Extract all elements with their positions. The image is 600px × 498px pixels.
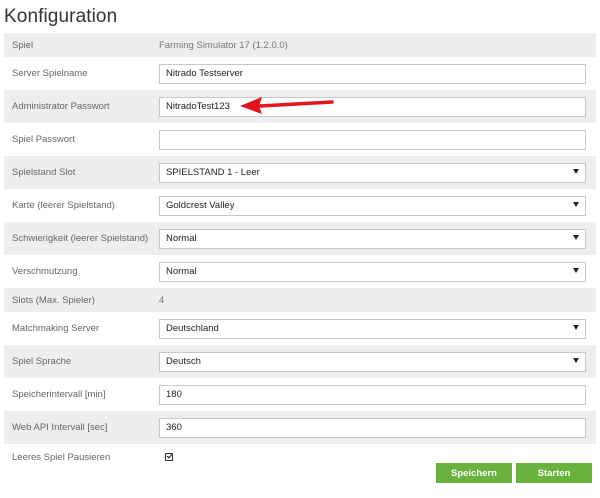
row-game: Spiel Farming Simulator 17 (1.2.0.0) [4,33,596,57]
pause-empty-checkbox[interactable] [165,453,173,461]
slots-value: 4 [159,294,165,306]
savegame-slot-select[interactable]: SPIELSTAND 1 - Leer [159,162,586,183]
label-matchmaking: Matchmaking Server [12,323,100,334]
webapi-interval-input[interactable] [159,417,586,438]
chevron-down-icon [573,267,579,273]
admin-password-input[interactable] [159,96,586,117]
chevron-down-icon [573,201,579,207]
savegame-slot-value: SPIELSTAND 1 - Leer [166,167,260,178]
map-select[interactable]: Goldcrest Valley [159,195,586,216]
matchmaking-select[interactable]: Deutschland [159,318,586,339]
difficulty-value: Normal [166,233,197,244]
label-pause-empty: Leeres Spiel Pausieren [12,451,111,463]
dirt-select[interactable]: Normal [159,261,586,282]
label-savegame-slot: Spielstand Slot [12,167,76,178]
row-difficulty: Schwierigkeit (leerer Spielstand) Normal [4,222,596,255]
row-server-name: Server Spielname [4,57,596,90]
chevron-down-icon [573,324,579,330]
label-difficulty: Schwierigkeit (leerer Spielstand) [12,233,149,244]
game-password-input[interactable] [159,129,586,150]
row-matchmaking: Matchmaking Server Deutschland [4,312,596,345]
label-dirt: Verschmutzung [12,266,78,277]
row-game-password: Spiel Passwort [4,123,596,156]
difficulty-select[interactable]: Normal [159,228,586,249]
chevron-down-icon [573,234,579,240]
label-webapi-interval: Web API Intervall [sec] [12,422,108,433]
save-button[interactable]: Speichern [436,463,512,483]
label-slots: Slots (Max. Spieler) [12,294,95,306]
dirt-value: Normal [166,266,197,277]
label-save-interval: Speicherintervall [min] [12,389,106,400]
row-language: Spiel Sprache Deutsch [4,345,596,378]
chevron-down-icon [573,168,579,174]
chevron-down-icon [573,357,579,363]
label-language: Spiel Sprache [12,356,72,367]
row-webapi-interval: Web API Intervall [sec] [4,411,596,444]
save-interval-input[interactable] [159,384,586,405]
map-value: Goldcrest Valley [166,200,235,211]
row-save-interval: Speicherintervall [min] [4,378,596,411]
label-game-password: Spiel Passwort [12,134,75,145]
label-map: Karte (leerer Spielstand) [12,200,115,211]
arrow-annotation-icon [240,97,334,114]
start-button[interactable]: Starten [516,463,592,483]
row-savegame-slot: Spielstand Slot SPIELSTAND 1 - Leer [4,156,596,189]
page-title: Konfiguration [4,6,118,27]
language-select[interactable]: Deutsch [159,351,586,372]
server-name-input[interactable] [159,63,586,84]
row-dirt: Verschmutzung Normal [4,255,596,288]
label-game: Spiel [12,39,34,51]
label-admin-password: Administrator Passwort [12,101,110,112]
label-server-name: Server Spielname [12,68,88,79]
language-value: Deutsch [166,356,201,367]
matchmaking-value: Deutschland [166,323,219,334]
row-slots: Slots (Max. Spieler) 4 [4,288,596,312]
game-version: Farming Simulator 17 (1.2.0.0) [159,39,288,51]
row-map: Karte (leerer Spielstand) Goldcrest Vall… [4,189,596,222]
